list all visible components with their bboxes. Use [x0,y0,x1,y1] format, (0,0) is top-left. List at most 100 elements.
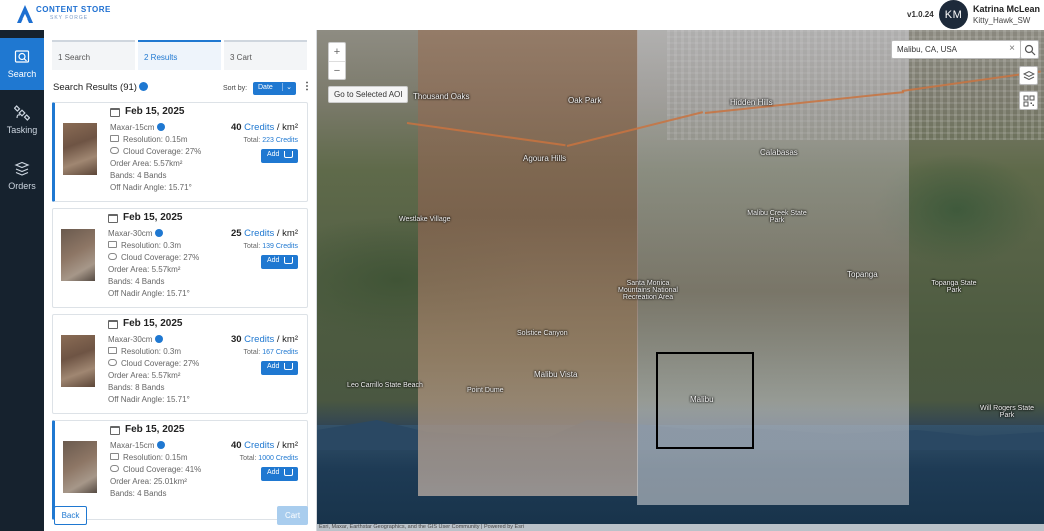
result-bands: Bands: 8 Bands [108,383,165,392]
result-cloud: Cloud Coverage: 27% [108,253,199,262]
sensor-info-icon[interactable] [157,123,166,131]
more-options-icon[interactable]: ⋮ [302,81,312,92]
result-card[interactable]: Feb 15, 2025 Maxar-15cm Resolution: 0.15… [52,420,308,520]
map-view[interactable]: Thousand Oaks Oak Park Agoura Hills Hidd… [317,30,1044,531]
sensor-info-icon[interactable] [155,229,164,237]
sensor-info-icon[interactable] [155,335,164,343]
add-to-cart-button[interactable]: Add [261,361,298,375]
map-label: Hidden Hills [730,98,773,107]
satellite-icon [14,105,30,121]
price-number: 25 [230,228,242,239]
map-label: Topanga State Park [931,280,977,294]
result-total: Total: 223 Credits [244,137,298,144]
cart-button[interactable]: Cart [277,506,308,525]
total-label: Total: [243,137,263,144]
result-sensor: Maxar-30cm [108,229,164,238]
avatar[interactable]: KM [939,0,968,29]
sensor-name: Maxar-15cm [110,123,155,132]
step-search[interactable]: 1 Search [52,40,135,70]
step-tabs: 1 Search 2 Results 3 Cart [52,40,310,70]
result-date: Feb 15, 2025 [123,318,183,329]
zoom-out-button[interactable]: − [329,62,345,80]
nav-orders[interactable]: Orders [0,150,44,202]
resolution-icon [108,241,117,248]
result-price: 25 Credits / km² [231,228,298,239]
add-label: Add [267,257,280,264]
zoom-in-button[interactable]: + [329,43,345,62]
map-label: Leo Carrillo State Beach [347,382,423,389]
cart-icon [284,151,293,158]
price-per: / km² [274,228,298,239]
clear-search-icon[interactable]: × [1009,43,1015,54]
result-resolution: Resolution: 0.15m [110,135,187,144]
cloud-icon [110,147,119,154]
add-label: Add [267,151,280,158]
map-label: Point Dume [467,387,504,394]
layers-button[interactable] [1019,66,1038,85]
result-price: 40 Credits / km² [231,122,298,133]
qr-code-button[interactable] [1019,91,1038,110]
step-cart[interactable]: 3 Cart [224,40,307,70]
price-per: / km² [274,334,298,345]
result-bands: Bands: 4 Bands [108,277,165,286]
price-unit: Credits [244,334,275,345]
result-nadir: Off Nadir Angle: 15.71° [108,289,190,298]
nav-orders-label: Orders [8,181,36,191]
price-number: 40 [230,122,242,133]
result-cloud: Cloud Coverage: 41% [110,465,201,474]
cloud-icon [108,253,117,260]
nav-search[interactable]: Search [0,38,44,90]
nav-tasking[interactable]: Tasking [0,94,44,146]
results-panel: 1 Search 2 Results 3 Cart Search Results… [44,30,317,531]
location-search-input[interactable]: Malibu, CA, USA × [891,40,1021,59]
location-search-value: Malibu, CA, USA [897,45,958,54]
map-label: Solstice Canyon [517,330,568,337]
result-cloud: Cloud Coverage: 27% [108,359,199,368]
result-thumbnail[interactable] [61,335,95,387]
resolution-icon [108,347,117,354]
app-logo[interactable]: CONTENT STORE SKY FORGE [16,4,111,24]
result-price: 30 Credits / km² [231,334,298,345]
logo-subtitle: SKY FORGE [50,15,89,21]
cloud-value: Cloud Coverage: 27% [123,147,202,156]
add-to-cart-button[interactable]: Add [261,255,298,269]
result-thumbnail[interactable] [61,229,95,281]
map-label: Thousand Oaks [413,92,470,101]
result-card[interactable]: Feb 15, 2025 Maxar-15cm Resolution: 0.15… [52,102,308,202]
app-version: v1.0.24 [907,10,934,19]
result-thumbnail[interactable] [63,123,97,175]
total-value: 223 Credits [262,137,298,144]
back-button[interactable]: Back [54,506,87,525]
add-to-cart-button[interactable]: Add [261,467,298,481]
map-label: Oak Park [568,96,602,105]
result-card[interactable]: Feb 15, 2025 Maxar-30cm Resolution: 0.3m… [52,208,308,308]
result-sensor: Maxar-30cm [108,335,164,344]
result-thumbnail[interactable] [63,441,97,493]
map-label: Calabasas [760,148,798,157]
search-button[interactable] [1020,40,1039,59]
sensor-info-icon[interactable] [157,441,166,449]
results-list[interactable]: Feb 15, 2025 Maxar-15cm Resolution: 0.15… [52,102,310,526]
result-total: Total: 139 Credits [244,243,298,250]
resolution-icon [110,135,119,142]
resolution-value: Resolution: 0.15m [123,135,188,144]
add-to-cart-button[interactable]: Add [261,149,298,163]
resolution-icon [110,453,119,460]
map-label: Agoura Hills [523,154,567,163]
qr-code-icon [1023,95,1035,107]
resolution-value: Resolution: 0.15m [123,453,188,462]
result-total: Total: 167 Credits [244,349,298,356]
result-cloud: Cloud Coverage: 27% [110,147,201,156]
calendar-icon [108,320,118,329]
cart-icon [284,363,293,370]
result-card[interactable]: Feb 15, 2025 Maxar-30cm Resolution: 0.3m… [52,314,308,414]
results-count: Search Results (91) [53,82,137,93]
map-label: Westlake Village [399,216,451,223]
result-area: Order Area: 5.57km² [108,265,181,274]
user-name[interactable]: Katrina McLean [973,4,1040,14]
info-icon[interactable] [138,82,148,91]
total-value: 139 Credits [262,243,298,250]
step-results[interactable]: 2 Results [138,40,221,70]
go-to-aoi-button[interactable]: Go to Selected AOI [328,86,409,103]
sort-select[interactable]: Date ⌄ [253,82,296,95]
